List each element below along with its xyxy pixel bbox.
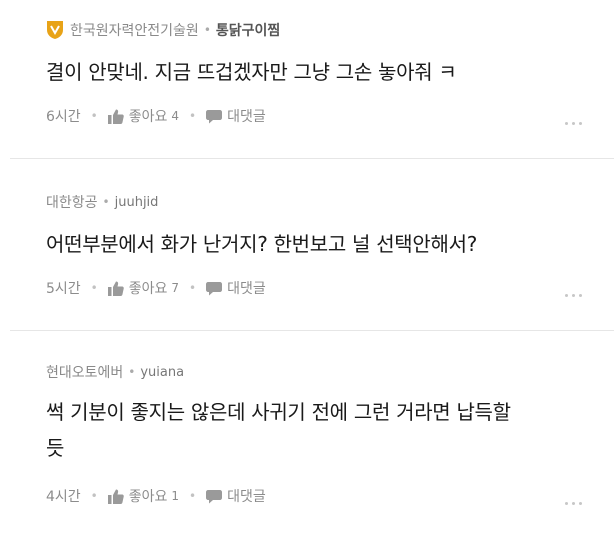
comment-divider xyxy=(10,158,614,159)
thumbs-up-icon xyxy=(107,489,124,504)
thumbs-up-icon xyxy=(107,281,124,296)
comment-time: 6시간 xyxy=(46,109,81,125)
comment-actions: 6시간 • 좋아요 4 • 대댓글 xyxy=(46,106,266,126)
speech-bubble-icon xyxy=(206,281,223,295)
comment-author: 한국원자력안전기술원 • 통닭구이찜 xyxy=(46,20,280,40)
separator-dot: • xyxy=(189,109,197,123)
nickname[interactable]: yuiana xyxy=(140,365,184,380)
like-count: 7 xyxy=(171,281,180,295)
nickname[interactable]: 통닭구이찜 xyxy=(216,20,280,40)
nickname[interactable]: juuhjid xyxy=(115,195,159,210)
like-label: 좋아요 xyxy=(128,281,168,297)
comment-actions: 5시간 • 좋아요 7 • 대댓글 xyxy=(46,278,266,298)
like-button[interactable]: 좋아요 4 xyxy=(107,106,180,126)
reply-label: 대댓글 xyxy=(227,281,266,297)
thumbs-up-icon xyxy=(107,109,124,124)
like-count: 1 xyxy=(171,489,180,503)
separator-dot: • xyxy=(203,23,211,37)
like-button[interactable]: 좋아요 1 xyxy=(107,486,180,506)
comment-text: 어떤부분에서 화가 난거지? 한번보고 널 선택안해서? xyxy=(46,232,478,256)
reply-button[interactable]: 대댓글 xyxy=(206,486,266,506)
like-count: 4 xyxy=(171,109,180,123)
comment-text: 결이 안맞네. 지금 뜨겁겠자만 그냥 그손 놓아줘 ㅋ xyxy=(46,60,457,84)
like-button[interactable]: 좋아요 7 xyxy=(107,278,180,298)
like-label: 좋아요 xyxy=(128,109,168,125)
separator-dot: • xyxy=(90,489,98,503)
reply-button[interactable]: 대댓글 xyxy=(206,106,266,126)
reply-label: 대댓글 xyxy=(227,109,266,125)
company-name: 대한항공 xyxy=(46,195,98,211)
comment-time: 4시간 xyxy=(46,489,81,505)
like-label: 좋아요 xyxy=(128,489,168,505)
more-dots-icon[interactable] xyxy=(565,502,582,505)
reply-button[interactable]: 대댓글 xyxy=(206,278,266,298)
separator-dot: • xyxy=(128,365,136,379)
more-dots-icon[interactable] xyxy=(565,122,582,125)
separator-dot: • xyxy=(90,281,98,295)
comment-author: 현대오토에버 • yuiana xyxy=(46,362,184,382)
comment-text: 썩 기분이 좋지는 않은데 사귀기 전에 그런 거라면 납득할 듯 xyxy=(46,394,586,466)
separator-dot: • xyxy=(189,489,197,503)
comment-actions: 4시간 • 좋아요 1 • 대댓글 xyxy=(46,486,266,506)
badge-icon xyxy=(47,21,63,39)
speech-bubble-icon xyxy=(206,489,223,503)
separator-dot: • xyxy=(102,195,110,209)
comment-text-line: 썩 기분이 좋지는 않은데 사귀기 전에 그런 거라면 납득할 xyxy=(46,400,511,424)
company-name: 한국원자력안전기술원 xyxy=(70,23,199,39)
separator-dot: • xyxy=(90,109,98,123)
company-name: 현대오토에버 xyxy=(46,365,124,381)
comment-divider xyxy=(10,330,614,331)
reply-label: 대댓글 xyxy=(227,489,266,505)
comment-author: 대한항공 • juuhjid xyxy=(46,192,158,212)
speech-bubble-icon xyxy=(206,109,223,123)
more-dots-icon[interactable] xyxy=(565,294,582,297)
separator-dot: • xyxy=(189,281,197,295)
comment-time: 5시간 xyxy=(46,281,81,297)
comment-text-line: 듯 xyxy=(46,436,65,460)
